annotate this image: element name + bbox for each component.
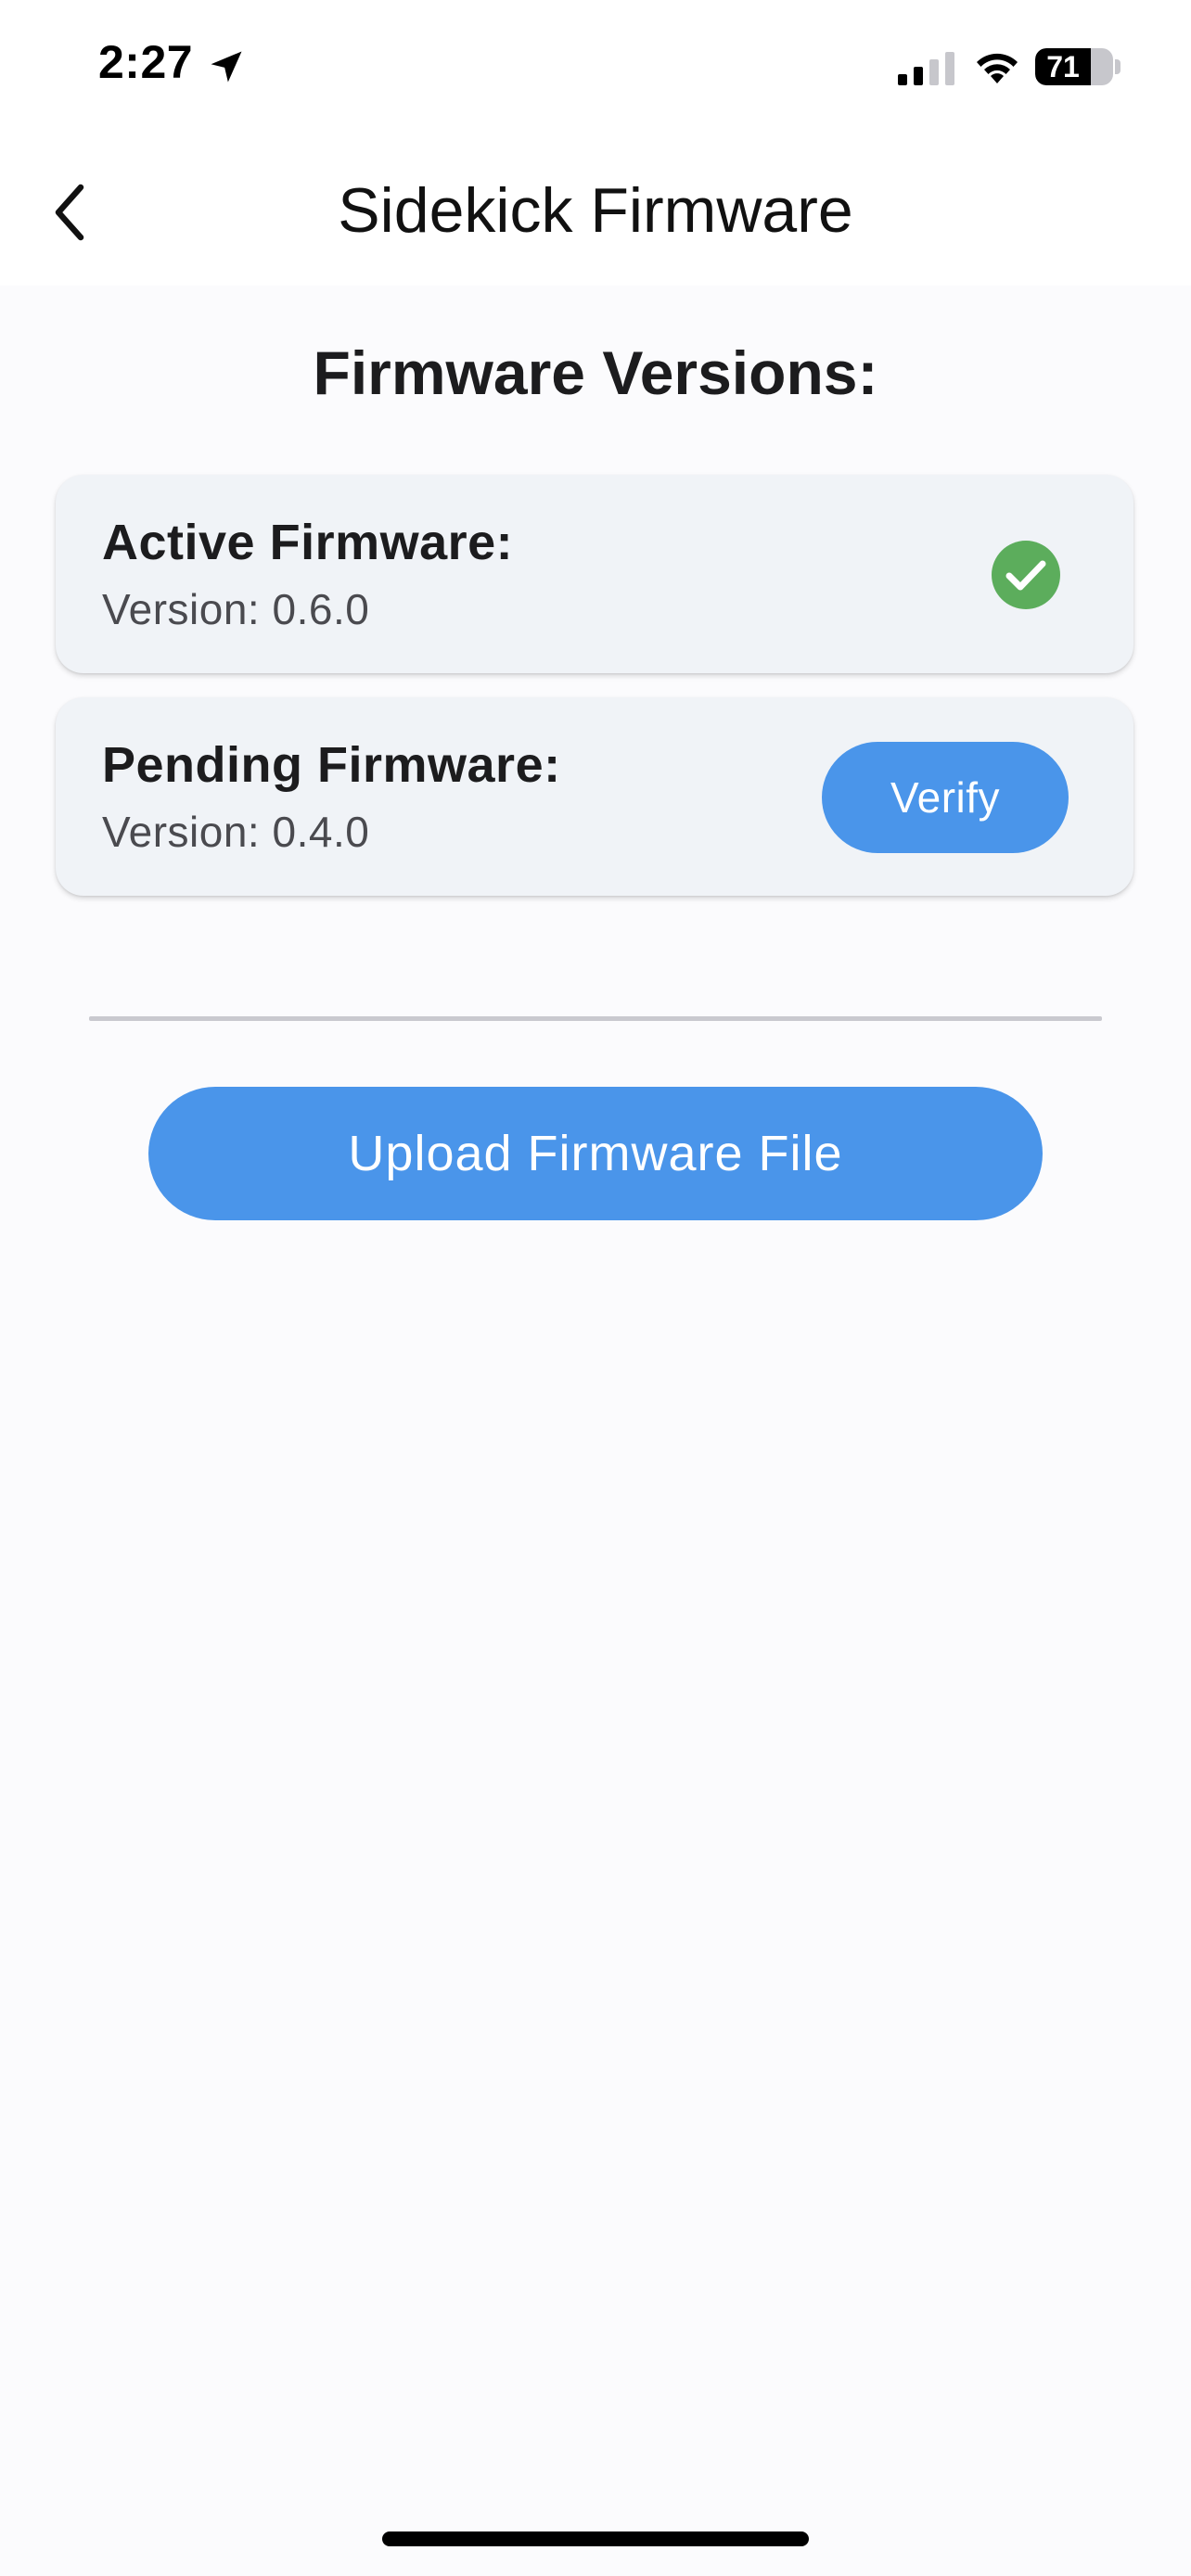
top-bar: 2:27 71 Sidekick Firmware [0,0,1191,286]
verify-button[interactable]: Verify [822,742,1069,853]
navigation-bar: Sidekick Firmware [0,139,1191,286]
cellular-signal-icon [898,52,954,85]
status-bar: 2:27 71 [0,0,1191,139]
divider [89,1016,1102,1021]
pending-firmware-title: Pending Firmware: [102,737,561,793]
upload-firmware-button[interactable]: Upload Firmware File [148,1087,1043,1220]
active-firmware-card: Active Firmware: Version: 0.6.0 [56,475,1133,673]
battery-cap [1115,59,1121,74]
location-arrow-icon [211,51,242,83]
section-title: Firmware Versions: [313,338,878,407]
active-firmware-title: Active Firmware: [102,515,514,570]
pending-firmware-version: Version: 0.4.0 [102,808,370,856]
page-title: Sidekick Firmware [338,175,853,246]
home-indicator[interactable] [382,2531,809,2546]
status-time: 2:27 [98,36,194,88]
check-circle-icon [992,541,1060,609]
active-firmware-version: Version: 0.6.0 [102,585,370,633]
battery-icon: 71 [1035,48,1113,85]
firmware-screen: 2:27 71 Sidekick Firmware Firmware Versi… [0,0,1191,2576]
pending-firmware-card: Pending Firmware: Version: 0.4.0 Verify [56,697,1133,896]
battery-level: 71 [1046,50,1080,83]
wifi-icon [977,53,1018,83]
